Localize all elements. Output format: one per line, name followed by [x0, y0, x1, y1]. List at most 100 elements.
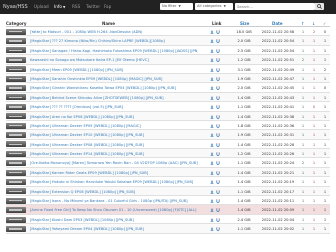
download-icon[interactable] — [210, 30, 214, 34]
category-badge-image[interactable] — [6, 207, 26, 214]
nav-info[interactable]: Info▼ — [54, 4, 65, 9]
download-icon[interactable] — [210, 105, 214, 109]
magnet-icon[interactable] — [216, 96, 220, 100]
nav-fap[interactable]: Fap — [104, 4, 111, 9]
magnet-icon[interactable] — [216, 49, 220, 53]
column-date[interactable]: Date — [272, 21, 283, 26]
torrent-name-link[interactable]: [MagicStar] Isara - No Mikomi ya Bankara… — [30, 199, 198, 203]
magnet-icon[interactable] — [216, 161, 220, 166]
magnet-icon[interactable] — [216, 77, 220, 81]
column-completed[interactable]: ✓ — [323, 21, 326, 26]
download-icon[interactable] — [210, 49, 214, 53]
torrent-name-link[interactable]: Kawarashi no Sonogo wa Motsukare Itaira … — [30, 58, 198, 62]
category-badge-image[interactable] — [6, 131, 26, 138]
category-badge-image[interactable] — [6, 188, 26, 195]
category-badge-image[interactable] — [6, 113, 26, 120]
torrent-name-link[interactable]: [MagicStar] Meen EP09 [WEBDL] [1080p] [J… — [30, 68, 198, 72]
category-badge-image[interactable] — [6, 150, 26, 157]
download-icon[interactable] — [210, 171, 214, 175]
download-icon[interactable] — [210, 133, 214, 138]
site-brand[interactable]: Nyaa/HSS — [3, 4, 28, 10]
torrent-name-link[interactable]: [Ore-Kotka-Mononoya] [Maren] Tomorrow Ye… — [30, 161, 198, 165]
download-icon[interactable] — [210, 67, 214, 72]
download-icon[interactable] — [210, 180, 214, 184]
column-category[interactable]: Category — [6, 21, 26, 26]
magnet-icon[interactable] — [216, 208, 220, 213]
category-badge-image[interactable] — [6, 122, 26, 129]
torrent-name-link[interactable]: [MagicStar] Behind Scene Shinobu Alive [… — [30, 96, 198, 100]
torrent-name-link[interactable]: [MagicStar] Ginshin Wanishikaru Koseika … — [30, 86, 198, 90]
torrent-name-link[interactable]: [MagicStar] ??? 27 Kimono (Niko/Rin) Chi… — [30, 39, 198, 43]
category-badge-image[interactable] — [6, 85, 26, 92]
category-badge-image[interactable] — [6, 160, 26, 167]
category-badge-image[interactable] — [6, 197, 26, 204]
download-icon[interactable] — [210, 96, 214, 100]
nav-twitter[interactable]: Twitter — [86, 4, 100, 9]
magnet-icon[interactable] — [216, 105, 220, 109]
download-icon[interactable] — [210, 161, 214, 166]
torrent-name-link[interactable]: [MagicStar] Aren no Koi EP08 [WEBDL] [10… — [30, 115, 198, 119]
filter-select[interactable]: No filter ▼ — [160, 3, 193, 10]
search-button[interactable] — [315, 3, 324, 10]
torrent-name-link[interactable]: [Yatte] to Matsuri - 001 - 1080p WEB H.2… — [30, 30, 198, 34]
download-icon[interactable] — [210, 114, 214, 119]
download-icon[interactable] — [210, 199, 214, 203]
magnet-icon[interactable] — [216, 39, 220, 44]
download-icon[interactable] — [210, 77, 214, 81]
magnet-icon[interactable] — [216, 124, 220, 128]
download-icon[interactable] — [210, 58, 214, 62]
torrent-name-link[interactable]: [MagicStar] Extension Q EP06 [WEBDL] [10… — [30, 190, 198, 194]
magnet-icon[interactable] — [216, 218, 220, 222]
magnet-icon[interactable] — [216, 180, 220, 184]
torrent-name-link[interactable]: [MagicStar] Ultraman Decker EP14 [WEBDL]… — [30, 152, 198, 156]
download-icon[interactable] — [210, 39, 214, 44]
magnet-icon[interactable] — [216, 152, 220, 156]
magnet-icon[interactable] — [216, 171, 220, 175]
download-icon[interactable] — [210, 227, 214, 231]
nav-upload[interactable]: Upload — [34, 4, 49, 9]
torrent-name-link[interactable]: [MagicStar] Ultraman Decker EP08 [WEBDL]… — [30, 143, 198, 147]
category-badge-image[interactable] — [6, 169, 26, 176]
magnet-icon[interactable] — [216, 67, 220, 72]
magnet-icon[interactable] — [216, 190, 220, 194]
torrent-name-link[interactable]: [MagicStar] Sanshin Onshinkia EP09 [WEBD… — [30, 77, 198, 81]
torrent-name-link[interactable]: [MagicStar] Ultraman Decker EP09 [WEBDL]… — [30, 124, 198, 128]
download-icon[interactable] — [210, 143, 214, 147]
magnet-icon[interactable] — [216, 227, 220, 231]
category-badge-image[interactable] — [6, 75, 26, 82]
column-size[interactable]: Size — [240, 21, 249, 26]
category-badge-image[interactable] — [6, 216, 26, 223]
category-badge-image[interactable] — [6, 56, 26, 63]
download-icon[interactable] — [210, 208, 214, 213]
torrent-name-link[interactable]: [MagicStar] Sanagae / Hisho-Kagi, Hashim… — [30, 49, 198, 53]
magnet-icon[interactable] — [216, 143, 220, 147]
category-select[interactable]: All categories ▼ — [195, 3, 233, 10]
magnet-icon[interactable] — [216, 114, 220, 119]
download-icon[interactable] — [210, 86, 214, 91]
category-badge-image[interactable] — [6, 47, 26, 54]
torrent-name-link[interactable]: [MagicStar] Hokuto ni Shinkan Haruduke Y… — [30, 180, 198, 184]
category-badge-image[interactable] — [6, 225, 26, 232]
torrent-name-link[interactable]: [MagicStar] Kioshi Dam EP03 [WEBDL] [108… — [30, 218, 198, 222]
column-name[interactable]: Name — [102, 21, 115, 26]
category-badge-image[interactable] — [6, 178, 26, 185]
magnet-icon[interactable] — [216, 30, 220, 34]
category-badge-image[interactable] — [6, 94, 26, 101]
download-icon[interactable] — [210, 190, 214, 194]
category-badge-image[interactable] — [6, 141, 26, 148]
search-input[interactable] — [235, 3, 315, 10]
download-icon[interactable] — [210, 218, 214, 222]
torrent-name-link[interactable]: [MagicStar] Yaheyami Dream EP04 [WEBDL] … — [30, 227, 198, 231]
magnet-icon[interactable] — [216, 86, 220, 91]
nav-rss[interactable]: RSS — [72, 4, 80, 9]
download-icon[interactable] — [210, 152, 214, 156]
column-leechers[interactable]: ↓ — [312, 21, 315, 26]
magnet-icon[interactable] — [216, 58, 220, 62]
category-badge-image[interactable] — [6, 66, 26, 73]
magnet-icon[interactable] — [216, 199, 220, 203]
magnet-icon[interactable] — [216, 133, 220, 137]
torrent-name-link[interactable]: [MagicStar] Ultraman Decker EP10 [WEBDL]… — [30, 133, 198, 137]
category-badge-image[interactable] — [6, 28, 26, 35]
torrent-name-link[interactable]: [Amine Fixed Free Girl] To Keep No Shou … — [30, 208, 198, 212]
column-seeders[interactable]: ↑ — [301, 21, 304, 26]
